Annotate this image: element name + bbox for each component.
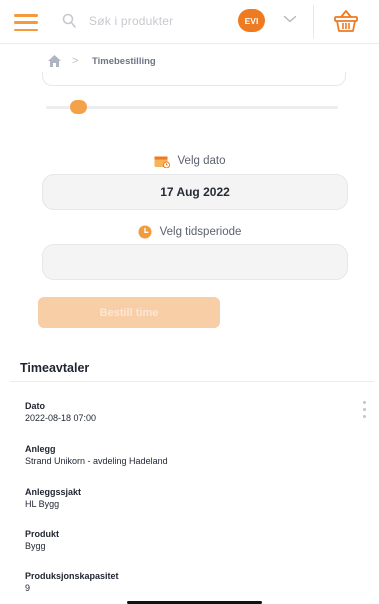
appointment-field-facility: Anlegg Strand Unikorn - avdeling Hadelan… xyxy=(25,444,168,467)
appointment-field-product: Produkt Bygg xyxy=(25,529,59,552)
date-field[interactable]: 17 Aug 2022 xyxy=(42,174,348,210)
header-divider xyxy=(313,5,314,38)
book-button[interactable]: Bestill time xyxy=(38,297,220,328)
field-label: Dato xyxy=(25,401,45,411)
menu-icon[interactable] xyxy=(14,14,38,31)
period-field[interactable] xyxy=(42,244,348,280)
field-label: Produkt xyxy=(25,529,60,539)
field-value: Strand Unikorn - avdeling Hadeland xyxy=(25,456,168,466)
basket-icon[interactable] xyxy=(333,8,359,34)
field-label: Anleggssjakt xyxy=(25,487,82,497)
date-label-row: Velg dato xyxy=(0,153,379,169)
chevron-down-icon[interactable] xyxy=(283,14,297,24)
more-vertical-icon[interactable] xyxy=(361,401,367,418)
user-avatar[interactable]: EVI xyxy=(238,9,265,32)
appointments-title: Timeavtaler xyxy=(20,361,90,375)
home-icon[interactable] xyxy=(47,54,62,68)
slider-handle[interactable] xyxy=(70,100,87,114)
divider xyxy=(10,381,374,382)
slider-track[interactable] xyxy=(46,106,338,109)
field-value: Bygg xyxy=(25,541,46,551)
field-value: 9 xyxy=(25,583,31,593)
field-label: Anlegg xyxy=(25,444,56,454)
search-icon xyxy=(62,13,76,28)
breadcrumb-current: Timebestilling xyxy=(92,56,156,67)
field-value: HL Bygg xyxy=(25,499,60,509)
period-label: Velg tidsperiode xyxy=(159,226,242,238)
card-edge xyxy=(42,72,346,86)
app-header: Søk i produkter EVI xyxy=(0,0,379,44)
date-label: Velg dato xyxy=(177,155,226,167)
clock-icon xyxy=(138,225,152,239)
field-label: Produksjonskapasitet xyxy=(25,571,119,581)
field-value: 2022-08-18 07:00 xyxy=(25,413,97,423)
appointment-field-capacity: Produksjonskapasitet 9 xyxy=(25,571,119,594)
breadcrumb-separator: > xyxy=(72,55,79,67)
appointment-field-shaft: Anleggssjakt HL Bygg xyxy=(25,487,81,510)
calendar-icon xyxy=(154,156,170,168)
search-input[interactable]: Søk i produkter xyxy=(89,14,173,28)
appointment-field-date: Dato 2022-08-18 07:00 xyxy=(25,401,96,424)
period-label-row: Velg tidsperiode xyxy=(0,224,379,240)
